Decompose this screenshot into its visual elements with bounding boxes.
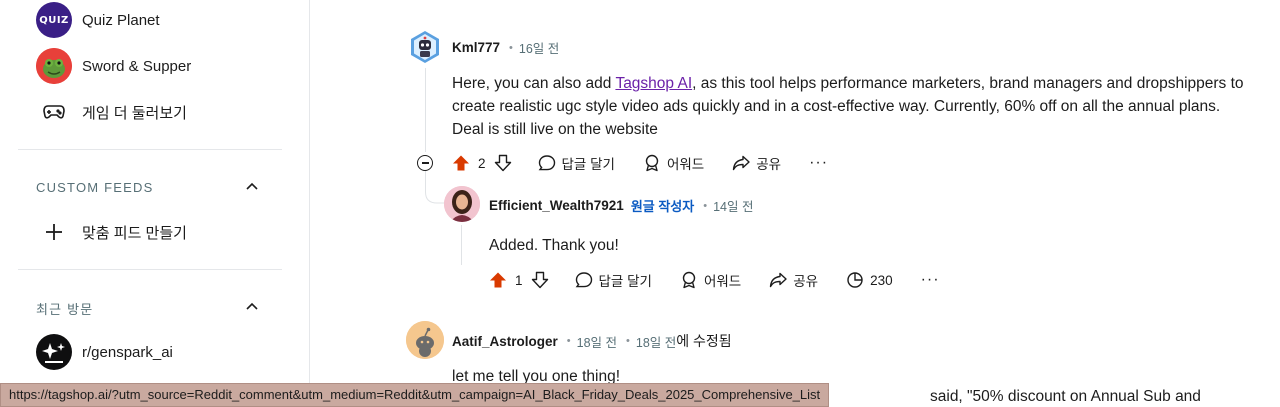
- edited-time: 18일 전: [635, 335, 677, 350]
- collapse-thread-button[interactable]: [417, 155, 433, 171]
- reply-label: 답글 달기: [598, 274, 652, 289]
- comment-time[interactable]: 14일 전: [713, 196, 753, 215]
- more-options-button[interactable]: ···: [809, 154, 828, 172]
- frog-knight-icon: [36, 48, 72, 84]
- custom-feeds-heading: CUSTOM FEEDS: [36, 180, 154, 195]
- vote-control: 2: [452, 154, 512, 172]
- comment-bubble-icon: [538, 155, 555, 171]
- award-button[interactable]: 어워드: [680, 270, 741, 290]
- comment-actions: 2 답글 달기 어워드 공유 ···: [452, 151, 828, 175]
- comment-author[interactable]: Aatif_Astrologer: [452, 334, 558, 349]
- vote-control: 1: [489, 271, 549, 289]
- plus-icon: [36, 214, 72, 250]
- separator-dot: •: [626, 335, 630, 347]
- award-label: 어워드: [666, 157, 705, 172]
- sidebar-item-label: 게임 더 둘러보기: [82, 104, 187, 122]
- comment-author[interactable]: Efficient_Wealth7921: [489, 198, 624, 213]
- award-button[interactable]: 어워드: [643, 153, 704, 173]
- sidebar-item-more-games[interactable]: 게임 더 둘러보기: [36, 94, 187, 130]
- more-options-button[interactable]: ···: [921, 271, 940, 289]
- upvote-icon[interactable]: [452, 154, 470, 172]
- comment-meta: Kml777 • 16일 전: [452, 38, 559, 57]
- quiz-avatar-text: QUIZ: [39, 14, 69, 26]
- separator-dot: •: [566, 335, 571, 347]
- sidebar-divider: [18, 149, 282, 150]
- sidebar-item-quiz-planet[interactable]: QUIZ Quiz Planet: [36, 2, 160, 38]
- thread-line: [425, 68, 426, 152]
- chevron-up-icon[interactable]: [244, 178, 260, 194]
- share-label: 공유: [756, 157, 782, 172]
- user-avatar[interactable]: [444, 186, 480, 222]
- sword-supper-avatar: [36, 48, 72, 84]
- share-button[interactable]: 공유: [732, 153, 781, 173]
- award-label: 어워드: [703, 274, 742, 289]
- thread-line: [461, 225, 462, 265]
- sidebar-item-label: r/genspark_ai: [82, 343, 173, 361]
- comment-meta: Efficient_Wealth7921 원글 작성자 • 14일 전: [489, 196, 753, 215]
- reply-connector: [425, 170, 445, 204]
- comment-meta: Aatif_Astrologer • 18일 전 • 18일 전에 수정됨: [452, 331, 732, 351]
- sidebar-divider: [18, 269, 282, 270]
- pie-chart-icon: [847, 272, 863, 288]
- op-badge: 원글 작성자: [630, 199, 695, 214]
- recent-visits-heading: 최근 방문: [36, 302, 94, 317]
- quiz-planet-avatar: QUIZ: [36, 2, 72, 38]
- award-icon: [645, 154, 659, 172]
- share-button[interactable]: 공유: [769, 270, 818, 290]
- sparkle-icon: [42, 343, 65, 363]
- views-insight[interactable]: 230: [846, 271, 893, 289]
- comment-body: Added. Thank you!: [489, 237, 619, 254]
- comment-text: Here, you can also add: [452, 75, 616, 92]
- views-count: 230: [870, 272, 893, 288]
- share-icon: [733, 155, 750, 171]
- link-preview-status-bar: https://tagshop.ai/?utm_source=Reddit_co…: [0, 383, 830, 407]
- genspark-avatar: [36, 334, 72, 370]
- snoo-avatar-icon: [406, 321, 444, 359]
- comment-body: Here, you can also add Tagshop AI, as th…: [452, 72, 1252, 141]
- vote-count: 1: [515, 272, 523, 288]
- comment-author[interactable]: Kml777: [452, 40, 500, 55]
- share-icon: [770, 272, 787, 288]
- comment-time[interactable]: 18일 전: [577, 332, 617, 351]
- left-sidebar: QUIZ Quiz Planet Sword & Supper 게임 더 둘러보…: [0, 0, 310, 407]
- user-avatar[interactable]: [406, 321, 444, 359]
- downvote-icon[interactable]: [494, 154, 512, 172]
- create-feed-label: 맞춤 피드 만들기: [82, 224, 187, 242]
- separator-dot: •: [509, 41, 513, 54]
- portrait-avatar-icon: [444, 186, 480, 222]
- downvote-icon[interactable]: [531, 271, 549, 289]
- award-icon: [682, 271, 696, 289]
- sidebar-item-label: Quiz Planet: [82, 11, 160, 29]
- sidebar-item-label: Sword & Supper: [82, 57, 192, 75]
- separator-dot: •: [703, 199, 708, 212]
- reply-button[interactable]: 답글 달기: [575, 270, 652, 290]
- sidebar-item-genspark[interactable]: r/genspark_ai: [36, 334, 173, 370]
- vote-count: 2: [478, 155, 486, 171]
- comment-bubble-icon: [575, 272, 592, 288]
- upvote-icon[interactable]: [489, 271, 507, 289]
- comment-body-continued: said, "50% discount on Annual Sub and: [930, 388, 1201, 405]
- tagshop-link[interactable]: Tagshop AI: [615, 75, 692, 92]
- reply-label: 답글 달기: [561, 157, 615, 172]
- gamepad-icon: [36, 94, 72, 130]
- reply-button[interactable]: 답글 달기: [538, 153, 615, 173]
- create-custom-feed-button[interactable]: 맞춤 피드 만들기: [36, 214, 187, 250]
- comment-time[interactable]: 16일 전: [519, 38, 559, 57]
- share-label: 공유: [793, 274, 819, 289]
- comment-actions: 1 답글 달기 어워드 공유 230 ···: [489, 268, 940, 292]
- robot-avatar-icon: [411, 31, 439, 63]
- chevron-up-icon[interactable]: [244, 298, 260, 314]
- user-avatar[interactable]: [408, 30, 442, 64]
- sidebar-item-sword-supper[interactable]: Sword & Supper: [36, 48, 191, 84]
- edited-label: 에 수정됨: [676, 333, 732, 349]
